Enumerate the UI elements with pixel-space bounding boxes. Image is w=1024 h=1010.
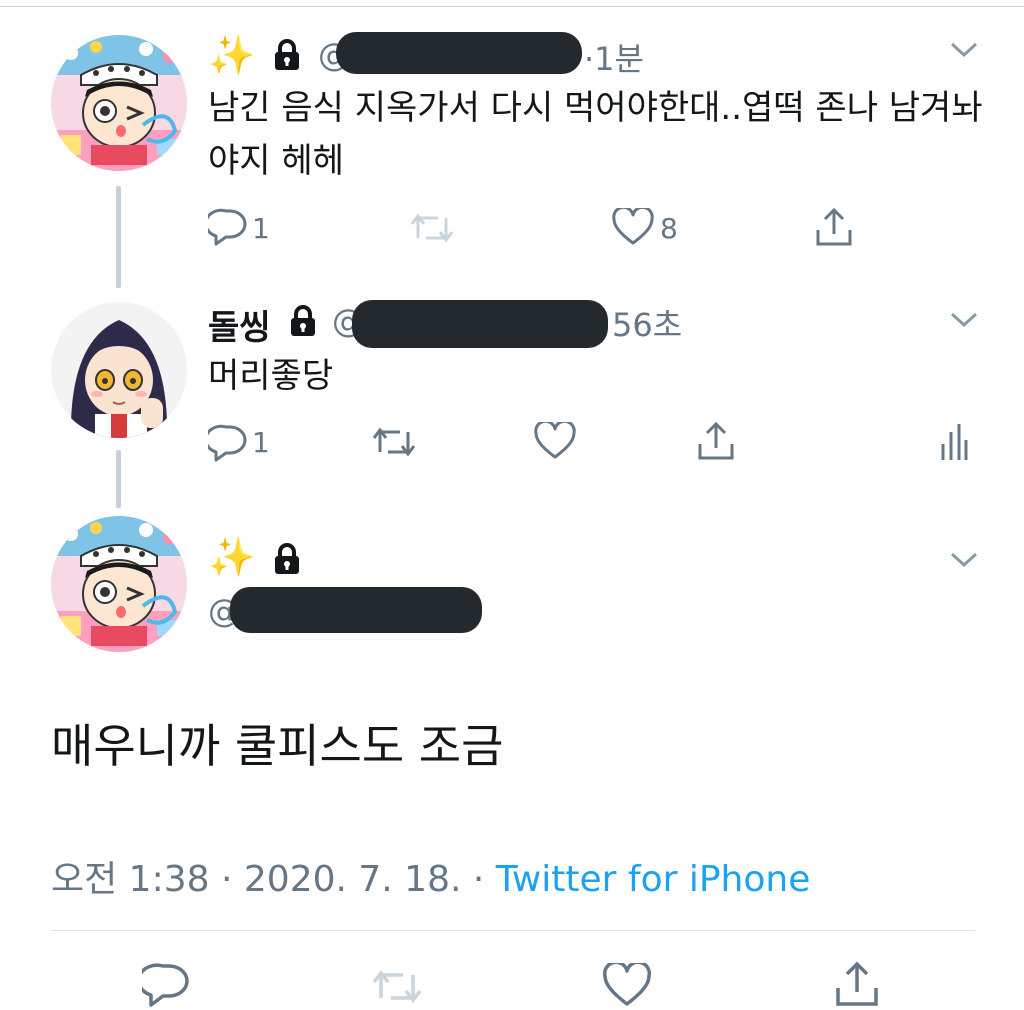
- divider: [51, 930, 975, 931]
- top-divider: [0, 6, 1024, 7]
- lock-icon: [270, 38, 304, 72]
- like-icon[interactable]: [534, 422, 576, 460]
- lock-icon: [270, 542, 304, 576]
- like-icon[interactable]: [603, 963, 651, 1007]
- redacted-handle: [230, 587, 482, 633]
- chevron-down-icon[interactable]: [950, 310, 978, 334]
- reply-icon[interactable]: [208, 424, 248, 462]
- time-text: 1분: [594, 40, 644, 78]
- separator: ·: [472, 859, 485, 900]
- tweet-meta: 오전 1:38 · 2020. 7. 18. · Twitter for iPh…: [51, 850, 810, 902]
- thread-line: [116, 186, 121, 288]
- avatar[interactable]: [51, 35, 187, 171]
- reply-count: 1: [252, 212, 270, 245]
- avatar[interactable]: [51, 516, 187, 652]
- retweet-icon[interactable]: [370, 966, 424, 1006]
- main-tweet-text: 매우니까 쿨피스도 조금: [51, 719, 504, 773]
- reply-count: 1: [252, 426, 270, 459]
- retweet-icon[interactable]: [370, 424, 418, 460]
- separator: ·: [584, 40, 595, 78]
- display-name[interactable]: 돌씽: [208, 300, 271, 349]
- share-icon[interactable]: [834, 960, 880, 1008]
- sparkles-icon: ✨: [208, 535, 256, 579]
- chevron-down-icon[interactable]: [950, 550, 978, 574]
- thread-line: [116, 450, 121, 508]
- share-icon[interactable]: [814, 206, 854, 248]
- chevron-down-icon[interactable]: [950, 40, 978, 64]
- tweet-source-link[interactable]: Twitter for iPhone: [496, 859, 811, 900]
- redacted-handle: [336, 32, 582, 74]
- redacted-handle: [352, 300, 608, 348]
- separator: ·: [220, 859, 233, 900]
- tweet-time: 오전 1:38: [51, 859, 210, 900]
- tweet-text: 머리좋당: [208, 356, 334, 396]
- avatar[interactable]: [51, 302, 187, 438]
- tweet-text: 남긴 음식 지옥가서 다시 먹어야한대..엽떡 존나 남겨놔야지 헤헤: [208, 88, 983, 181]
- timestamp[interactable]: 56초: [612, 300, 682, 346]
- analytics-icon[interactable]: [940, 422, 968, 462]
- sparkles-icon: ✨: [208, 33, 256, 77]
- tweet-date: 2020. 7. 18.: [243, 859, 462, 900]
- share-icon[interactable]: [696, 420, 736, 462]
- reply-icon[interactable]: [208, 208, 248, 246]
- reply-icon[interactable]: [142, 963, 190, 1007]
- retweet-icon[interactable]: [408, 210, 456, 246]
- lock-icon: [286, 304, 320, 338]
- like-icon[interactable]: [612, 208, 654, 246]
- timestamp[interactable]: ·1분: [584, 34, 644, 80]
- like-count: 8: [660, 212, 678, 245]
